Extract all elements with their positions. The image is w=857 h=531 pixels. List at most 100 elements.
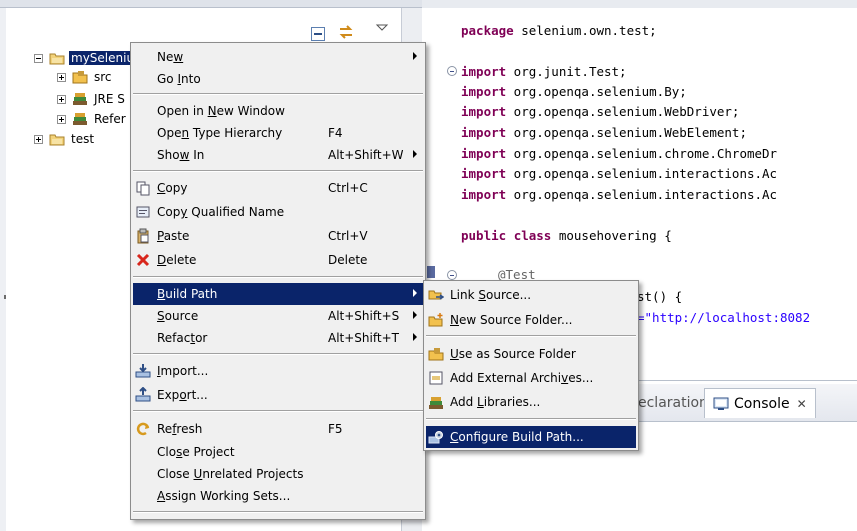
submenu-arrow-icon <box>413 150 417 158</box>
menu-item-copy[interactable]: Copy Ctrl+C <box>133 177 423 199</box>
menu-shortcut: Delete <box>328 253 368 267</box>
tree-label-src: src <box>94 70 112 84</box>
menu-item-label: Refresh <box>157 422 203 436</box>
tab-declaration[interactable]: eclaration <box>638 388 708 418</box>
menu-item-assign-working-sets[interactable]: Assign Working Sets... <box>133 485 423 507</box>
menu-item-label: Refactor <box>157 331 208 345</box>
menu-item-label: Add Libraries... <box>450 395 541 409</box>
menu-separator <box>133 511 423 513</box>
menu-item-label: Copy Qualified Name <box>157 205 285 219</box>
menu-item-build-path[interactable]: Build Path <box>133 283 423 305</box>
menu-separator <box>133 276 423 278</box>
library-icon <box>73 113 87 125</box>
code-import-line: import org.openqa.selenium.interactions.… <box>461 166 778 181</box>
tree-node-jre[interactable]: JRE S <box>57 90 127 108</box>
menu-item-open-type-hierarchy[interactable]: Open Type Hierarchy F4 <box>133 122 423 144</box>
delete-icon <box>136 253 150 267</box>
menu-separator <box>426 418 636 420</box>
tree-label-jre: JRE S <box>94 92 125 106</box>
library-icon <box>429 397 443 409</box>
menu-shortcut: F5 <box>328 422 343 436</box>
tree-node-test[interactable]: test <box>34 130 96 148</box>
menu-item-use-as-source-folder[interactable]: Use as Source Folder <box>426 343 636 365</box>
menu-item-label: Source <box>157 309 199 323</box>
fold-toggle-imports[interactable] <box>447 66 457 76</box>
menu-item-label: Add External Archives... <box>450 371 594 385</box>
menu-item-new-source-folder[interactable]: New Source Folder... <box>426 309 636 331</box>
new-source-folder-icon <box>428 313 443 327</box>
close-icon[interactable]: ✕ <box>797 397 807 411</box>
tree-node-src[interactable]: src <box>57 68 114 86</box>
code-method-line: st() { <box>637 289 683 304</box>
tab-console[interactable]: Console ✕ <box>704 388 816 418</box>
menu-item-label: Copy <box>157 181 188 195</box>
link-with-editor-icon[interactable] <box>338 24 354 40</box>
copy-icon <box>136 181 150 196</box>
menu-item-refresh[interactable]: Refresh F5 <box>133 418 423 440</box>
menu-item-new[interactable]: New <box>133 46 423 68</box>
collapse-toggle[interactable] <box>34 53 43 63</box>
tree-label-test: test <box>71 132 95 146</box>
menu-item-add-libraries[interactable]: Add Libraries... <box>426 391 636 413</box>
code-string-line: ="http://localhost:8082 <box>637 310 811 325</box>
menu-item-label: Use as Source Folder <box>450 347 576 361</box>
expand-toggle[interactable] <box>57 72 66 82</box>
menu-item-refactor[interactable]: Refactor Alt+Shift+T <box>133 327 423 349</box>
menu-item-label: Assign Working Sets... <box>157 489 291 503</box>
project-folder-icon <box>49 134 65 146</box>
menu-item-label: New Source Folder... <box>450 313 573 327</box>
view-menu-icon[interactable] <box>374 20 390 36</box>
menu-item-show-in[interactable]: Show In Alt+Shift+W <box>133 144 423 166</box>
menu-item-export[interactable]: Export... <box>133 384 423 406</box>
collapse-all-icon[interactable] <box>310 26 326 42</box>
library-icon <box>73 93 87 105</box>
menu-item-configure-build-path[interactable]: Configure Build Path... <box>426 426 636 448</box>
menu-item-label: Open Type Hierarchy <box>157 126 283 140</box>
menu-item-copy-qualified-name[interactable]: Copy Qualified Name <box>133 201 423 223</box>
expand-toggle[interactable] <box>57 94 66 104</box>
menu-item-source[interactable]: Source Alt+Shift+S <box>133 305 423 327</box>
menu-item-open-new-window[interactable]: Open in New Window <box>133 100 423 122</box>
menu-item-label: Link Source... <box>450 288 532 302</box>
menu-item-link-source[interactable]: Link Source... <box>426 284 636 306</box>
menu-item-close-project[interactable]: Close Project <box>133 441 423 463</box>
code-import-line: import org.openqa.selenium.By; <box>461 84 687 99</box>
export-icon <box>135 387 151 402</box>
tree-label-references: Refer <box>94 112 126 126</box>
menu-item-label: Build Path <box>157 287 218 301</box>
menu-item-label: Show In <box>157 148 205 162</box>
code-import-line: import org.openqa.selenium.chrome.Chrome… <box>461 146 778 161</box>
menu-item-label: Import... <box>157 364 209 378</box>
menu-item-label: Close Unrelated Projects <box>157 467 304 481</box>
menu-item-label: Open in New Window <box>157 104 285 118</box>
import-icon <box>135 364 151 378</box>
build-path-submenu: Link Source... New Source Folder... Use … <box>423 280 639 451</box>
fold-toggle-method[interactable] <box>447 270 457 280</box>
menu-item-close-unrelated[interactable]: Close Unrelated Projects <box>133 463 423 485</box>
menu-item-paste[interactable]: Paste Ctrl+V <box>133 225 423 247</box>
code-import-line: import org.openqa.selenium.WebDriver; <box>461 104 740 119</box>
menu-item-label: Close Project <box>157 445 235 459</box>
tab-console-label: Console <box>734 395 790 412</box>
editor-tab-strip <box>422 0 857 8</box>
ruler-marker[interactable] <box>427 266 435 278</box>
menu-separator <box>133 93 423 95</box>
submenu-arrow-icon <box>413 311 417 319</box>
menu-item-label: New <box>157 50 184 64</box>
menu-item-go-into[interactable]: Go Into <box>133 68 423 90</box>
menu-separator <box>426 335 636 337</box>
code-package-line: package selenium.own.test; <box>461 23 657 38</box>
expand-toggle[interactable] <box>34 134 43 144</box>
menu-separator <box>133 353 423 355</box>
source-folder-icon <box>72 71 88 84</box>
menu-shortcut: F4 <box>328 126 343 140</box>
menu-shortcut: Ctrl+C <box>328 181 368 195</box>
paste-icon <box>137 228 149 244</box>
menu-item-import[interactable]: Import... <box>133 360 423 382</box>
menu-item-delete[interactable]: Delete Delete <box>133 249 423 271</box>
menu-item-label: Paste <box>157 229 190 243</box>
expand-toggle[interactable] <box>57 114 66 124</box>
console-icon <box>713 397 729 410</box>
tree-node-references[interactable]: Refer <box>57 110 128 128</box>
menu-item-add-external-archives[interactable]: Add External Archives... <box>426 367 636 389</box>
